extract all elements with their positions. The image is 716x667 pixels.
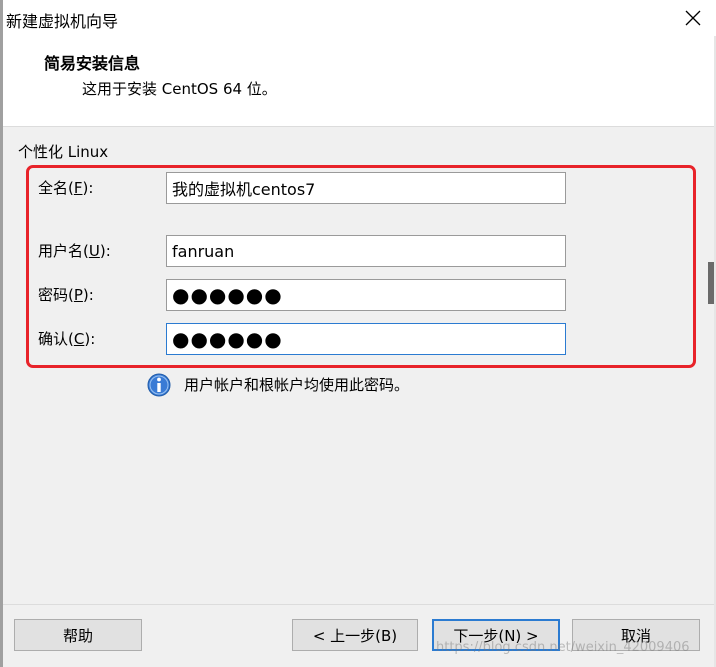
header-divider [0, 126, 716, 127]
page-subtitle: 这用于安装 CentOS 64 位。 [82, 80, 277, 98]
close-icon [685, 10, 701, 26]
username-field[interactable] [166, 235, 566, 267]
fullname-label: 全名(F): [38, 179, 94, 197]
fullname-field[interactable] [166, 172, 566, 204]
group-label: 个性化 Linux [18, 143, 109, 161]
username-label: 用户名(U): [38, 242, 111, 260]
wizard-window: 新建虚拟机向导 简易安装信息 这用于安装 CentOS 64 位。 个性化 Li… [0, 0, 716, 667]
window-left-edge [0, 0, 3, 667]
password-label: 密码(P): [38, 286, 94, 304]
close-button[interactable] [670, 0, 716, 36]
info-icon [147, 373, 171, 397]
window-title: 新建虚拟机向导 [6, 12, 119, 31]
footer-divider [0, 604, 716, 605]
background-window-edge [708, 262, 714, 304]
confirm-label: 确认(C): [38, 330, 96, 348]
info-message: 用户帐户和根帐户均使用此密码。 [184, 376, 410, 394]
page-title: 简易安装信息 [44, 54, 141, 73]
watermark: https://blog.csdn.net/weixin_42009406 [436, 640, 690, 655]
confirm-password-field[interactable] [166, 323, 566, 355]
password-field[interactable] [166, 279, 566, 311]
wizard-header: 简易安装信息 这用于安装 CentOS 64 位。 [0, 36, 716, 126]
back-button[interactable]: < 上一步(B) [292, 619, 418, 651]
title-bar: 新建虚拟机向导 [0, 0, 716, 36]
help-button[interactable]: 帮助 [14, 619, 142, 651]
